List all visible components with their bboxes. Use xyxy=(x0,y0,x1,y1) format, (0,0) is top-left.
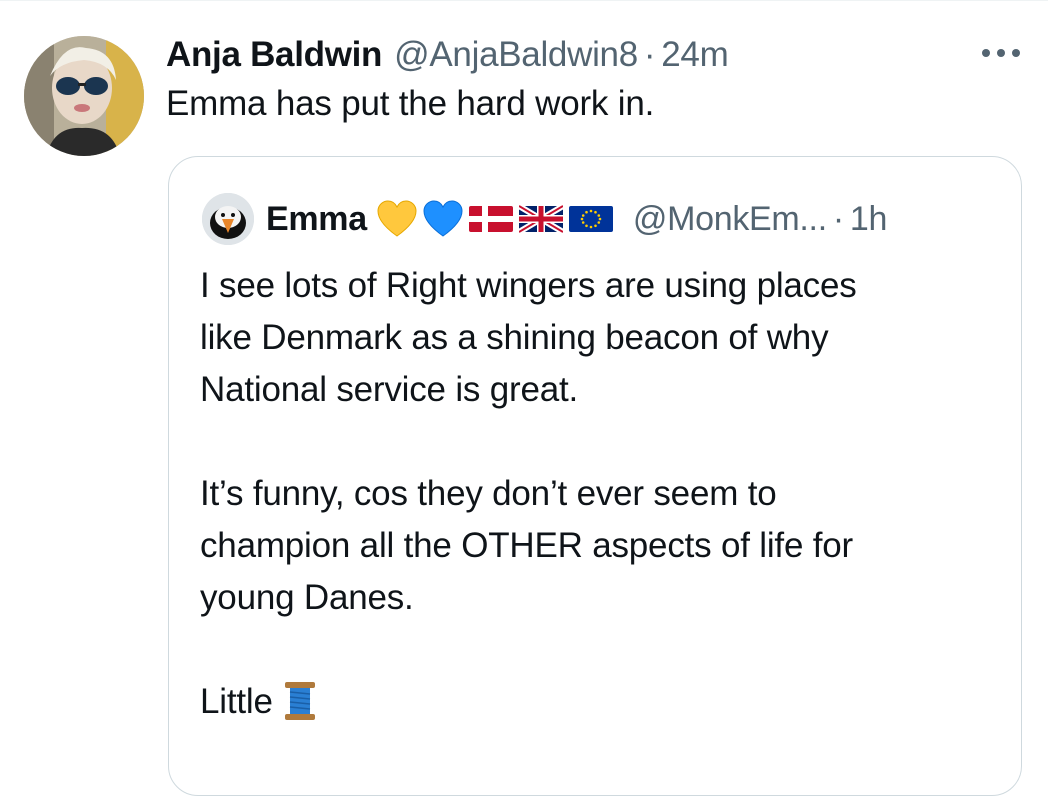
tweet-timestamp[interactable]: 24m xyxy=(661,35,728,75)
quoted-text: I see lots of Right wingers are using pl… xyxy=(200,260,1000,728)
flag-united-kingdom-icon xyxy=(518,204,563,234)
quoted-header: Emma @MonkEm... · 1h xyxy=(266,193,887,245)
tweet-text: Emma has put the hard work in. xyxy=(166,84,655,123)
more-horizontal-icon xyxy=(982,49,1020,57)
quoted-display-name: Emma xyxy=(266,199,367,238)
header-separator: · xyxy=(643,35,656,74)
quoted-text-line: It’s funny, cos they don’t ever seem to xyxy=(200,474,777,513)
quoted-text-line-last: Little xyxy=(200,676,1000,728)
quoted-text-line: I see lots of Right wingers are using pl… xyxy=(200,266,857,305)
quoted-timestamp: 1h xyxy=(849,199,888,238)
avatar[interactable] xyxy=(24,36,144,156)
blue-heart-icon xyxy=(423,200,463,238)
spool-of-thread-icon xyxy=(283,681,317,736)
author-display-name[interactable]: Anja Baldwin xyxy=(166,35,382,75)
quoted-last-word: Little xyxy=(200,682,273,721)
flag-denmark-icon xyxy=(468,204,513,234)
quoted-text-line: National service is great. xyxy=(200,370,579,409)
quoted-separator: · xyxy=(832,199,844,238)
author-handle[interactable]: @AnjaBaldwin8 xyxy=(394,35,638,75)
more-options-button[interactable] xyxy=(976,38,1026,68)
quoted-text-line: like Denmark as a shining beacon of why xyxy=(200,318,829,357)
top-divider xyxy=(0,0,1048,1)
flag-european-union-icon xyxy=(568,204,613,234)
yellow-heart-icon xyxy=(377,200,417,238)
quoted-text-line: champion all the OTHER aspects of life f… xyxy=(200,526,853,565)
quoted-handle: @MonkEm... xyxy=(632,199,827,238)
tweet-header: Anja Baldwin @AnjaBaldwin8 · 24m xyxy=(166,30,729,80)
quoted-text-line: young Danes. xyxy=(200,578,414,617)
quoted-avatar xyxy=(202,193,254,245)
